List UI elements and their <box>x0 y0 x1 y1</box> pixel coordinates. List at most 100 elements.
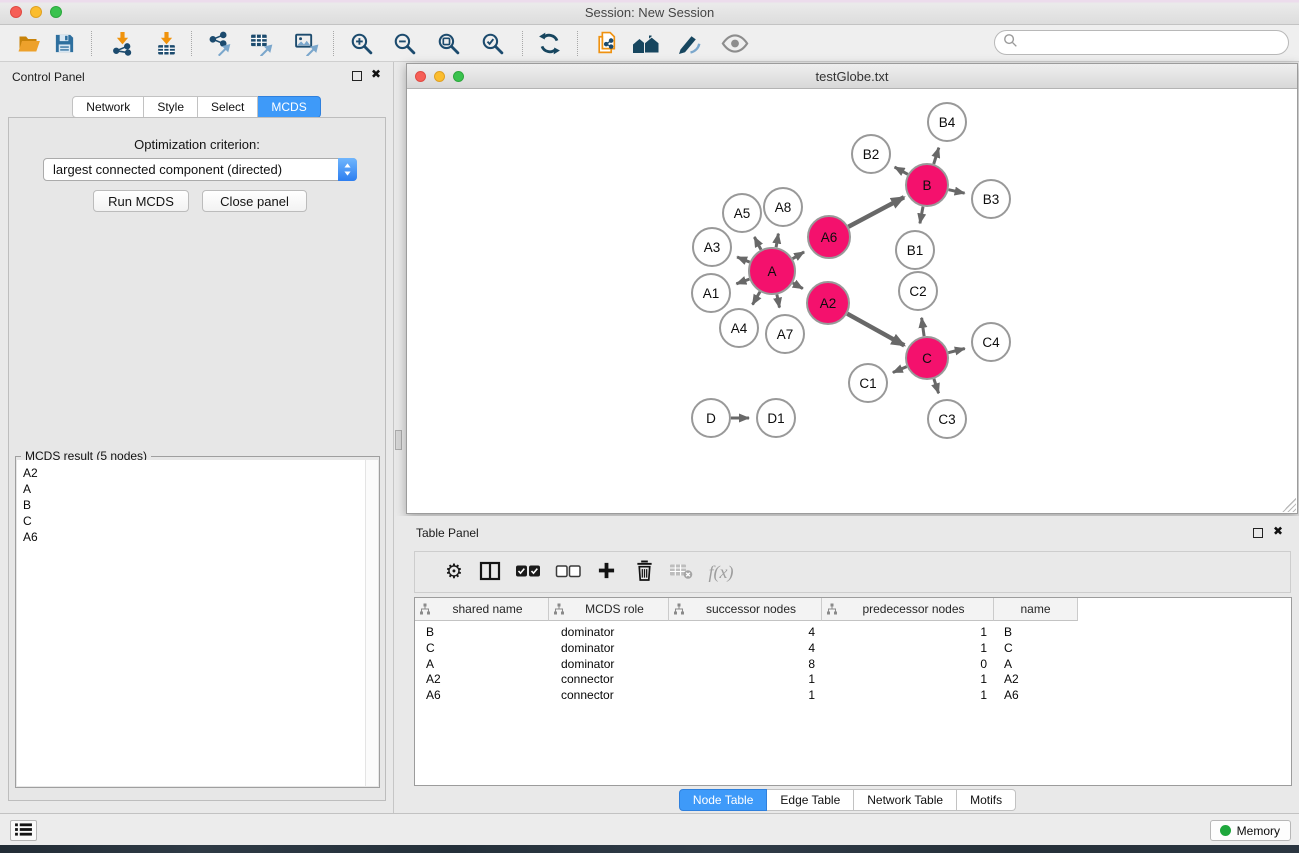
result-item-c[interactable]: C <box>23 513 378 529</box>
zoom-in-icon <box>349 31 374 56</box>
edge-A6-B[interactable] <box>848 197 904 227</box>
cell: A2 <box>994 672 1078 688</box>
edge-C-C3[interactable] <box>934 379 939 393</box>
export-image-button[interactable] <box>289 28 323 59</box>
edge-C-C4[interactable] <box>948 349 965 353</box>
control-panel-title: Control Panel <box>12 70 85 84</box>
column-header-shared-name[interactable]: shared name <box>415 598 549 621</box>
node-label-B4: B4 <box>939 115 956 130</box>
import-table-button[interactable] <box>149 28 183 59</box>
node-label-B: B <box>922 178 931 193</box>
run-mcds-button[interactable]: Run MCDS <box>93 190 189 212</box>
zoom-out-button[interactable] <box>387 28 421 59</box>
tab-motifs[interactable]: Motifs <box>957 789 1016 811</box>
result-item-b[interactable]: B <box>23 497 378 513</box>
table-header-row: shared nameMCDS rolesuccessor nodesprede… <box>415 598 1291 621</box>
edge-B-B1[interactable] <box>920 207 923 224</box>
column-header-mcds-role[interactable]: MCDS role <box>549 598 669 621</box>
toggle-visibility-button[interactable] <box>718 28 752 59</box>
tab-edge-table[interactable]: Edge Table <box>767 789 854 811</box>
network-view-window: testGlobe.txt B4B2BB3A5A8A6A3B1AA1C2A2A4… <box>406 63 1298 514</box>
float-panel-icon[interactable] <box>352 71 362 81</box>
cell: A <box>415 657 549 673</box>
search-input[interactable] <box>1022 36 1288 50</box>
edge-A-A8[interactable] <box>776 234 778 248</box>
result-item-a6[interactable]: A6 <box>23 529 378 545</box>
apply-layout-button[interactable] <box>532 28 566 59</box>
close-panel-icon[interactable]: ✖ <box>371 67 381 81</box>
edge-A-A6[interactable] <box>793 252 805 259</box>
nodes-layer: B4B2BB3A5A8A6A3B1AA1C2A2A4A7C4CC1DD1C3 <box>692 103 1010 438</box>
table-row-a2[interactable]: A2connector11A2 <box>415 672 1291 688</box>
cell: dominator <box>549 625 669 641</box>
show-task-history-button[interactable] <box>10 820 37 841</box>
cell: 1 <box>822 641 994 657</box>
zoom-in-button[interactable] <box>344 28 378 59</box>
table-row-a[interactable]: Adominator80A <box>415 657 1291 673</box>
window-resize-grip-icon[interactable] <box>1282 498 1296 512</box>
node-label-B2: B2 <box>863 147 880 162</box>
table-row-c[interactable]: Cdominator41C <box>415 641 1291 657</box>
delete-table-button[interactable] <box>667 559 695 585</box>
float-table-panel-icon[interactable] <box>1253 528 1263 538</box>
node-label-D: D <box>706 411 716 426</box>
edge-A-A2[interactable] <box>793 283 803 289</box>
function-builder-button[interactable]: f(x) <box>707 559 735 585</box>
show-all-networks-button[interactable] <box>629 28 663 59</box>
save-session-button[interactable] <box>47 28 81 59</box>
optimization-criterion-select[interactable]: largest connected component (directed) <box>43 158 357 181</box>
edge-C-C2[interactable] <box>922 318 925 336</box>
edge-C-C1[interactable] <box>893 367 907 373</box>
network-canvas[interactable]: B4B2BB3A5A8A6A3B1AA1C2A2A4A7C4CC1DD1C3 <box>407 89 1297 513</box>
control-panel-tabs: NetworkStyleSelectMCDS <box>0 96 393 118</box>
zoom-selected-button[interactable] <box>475 28 509 59</box>
tab-network[interactable]: Network <box>72 96 144 118</box>
cell: 4 <box>669 641 822 657</box>
delete-columns-button[interactable] <box>630 559 658 585</box>
memory-button[interactable]: Memory <box>1210 820 1291 841</box>
tab-select[interactable]: Select <box>198 96 258 118</box>
open-session-button[interactable] <box>12 28 46 59</box>
export-network-button[interactable] <box>202 28 236 59</box>
column-header-name[interactable]: name <box>994 598 1078 621</box>
main-toolbar <box>0 25 1299 62</box>
control-panel-header: Control Panel ✖ <box>0 62 393 92</box>
zoom-fit-button[interactable] <box>431 28 465 59</box>
export-table-button[interactable] <box>244 28 278 59</box>
control-panel: Control Panel ✖ NetworkStyleSelectMCDS O… <box>0 62 394 813</box>
table-settings-button[interactable]: ⚙ <box>440 559 468 585</box>
close-table-panel-icon[interactable]: ✖ <box>1273 524 1283 538</box>
edge-A-A7[interactable] <box>777 295 780 308</box>
edge-A-A1[interactable] <box>736 279 749 284</box>
clone-network-button[interactable] <box>589 28 623 59</box>
search-box[interactable] <box>994 30 1289 55</box>
result-item-a[interactable]: A <box>23 481 378 497</box>
tab-node-table[interactable]: Node Table <box>679 789 768 811</box>
result-item-a2[interactable]: A2 <box>23 465 378 481</box>
result-list-scrollbar[interactable] <box>365 460 378 786</box>
edge-A-A5[interactable] <box>754 237 761 250</box>
tab-network-table[interactable]: Network Table <box>854 789 957 811</box>
edge-A-A4[interactable] <box>753 292 761 305</box>
edge-B-B4[interactable] <box>934 148 939 164</box>
tab-style[interactable]: Style <box>144 96 198 118</box>
column-header-successor-nodes[interactable]: successor nodes <box>669 598 822 621</box>
create-column-button[interactable] <box>592 559 620 585</box>
show-graphics-details-button[interactable] <box>672 28 706 59</box>
column-header-predecessor-nodes[interactable]: predecessor nodes <box>822 598 994 621</box>
deselect-all-columns-button[interactable] <box>554 559 582 585</box>
edge-A-A3[interactable] <box>737 257 750 262</box>
select-all-columns-button[interactable] <box>514 559 542 585</box>
import-network-button[interactable] <box>105 28 139 59</box>
table-row-a6[interactable]: A6connector11A6 <box>415 688 1291 704</box>
edge-B-B2[interactable] <box>895 167 908 174</box>
tab-mcds[interactable]: MCDS <box>258 96 320 118</box>
table-row-b[interactable]: Bdominator41B <box>415 625 1291 641</box>
show-columns-button[interactable] <box>476 559 504 585</box>
open-folder-icon <box>17 32 42 56</box>
edge-B-B3[interactable] <box>949 190 965 194</box>
close-panel-button[interactable]: Close panel <box>202 190 307 212</box>
cell: 1 <box>669 672 822 688</box>
edge-A2-C[interactable] <box>847 314 904 346</box>
split-divider-handle[interactable] <box>395 430 402 450</box>
